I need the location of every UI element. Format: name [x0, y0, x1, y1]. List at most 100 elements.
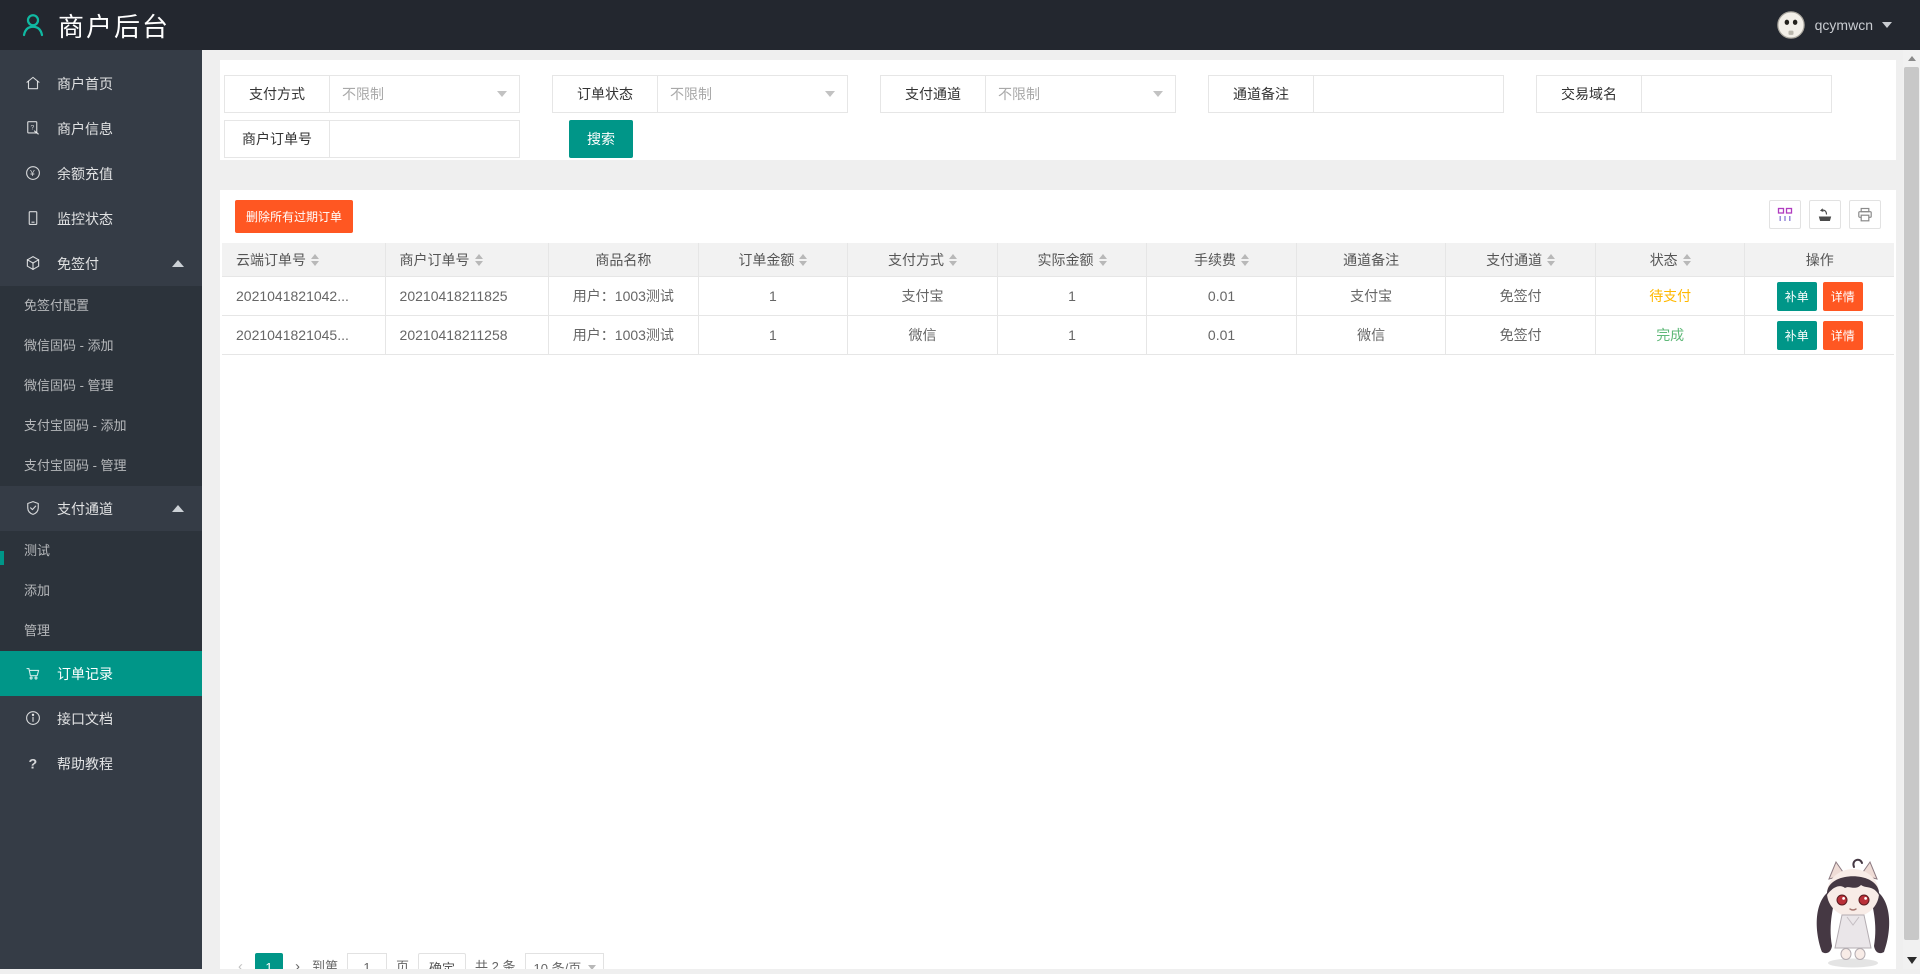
merchant-order-no-input[interactable]	[330, 121, 519, 157]
username: qcymwcn	[1815, 17, 1873, 33]
sort-icon[interactable]	[475, 254, 483, 266]
app-title: 商户后台	[58, 7, 170, 44]
sidebar-item-order-records[interactable]: 订单记录	[0, 651, 202, 696]
sidebar-subitem-channel-test[interactable]: 测试	[0, 531, 202, 571]
orders-table: 云端订单号 商户订单号 商品名称 订单金额 支付方式 实际金额 手续费 通道备注 支付通道 状态 操…	[222, 243, 1894, 355]
sidebar-item-api-docs[interactable]: 接口文档	[0, 696, 202, 741]
scroll-up-arrow-icon[interactable]	[1903, 50, 1920, 67]
sidebar-edge-marker	[0, 551, 4, 565]
channel-remark-input[interactable]	[1314, 76, 1503, 112]
jump-page-input[interactable]	[347, 953, 387, 969]
sort-icon[interactable]	[949, 254, 957, 266]
scroll-down-arrow-icon[interactable]	[1903, 952, 1920, 969]
trade-domain-label: 交易域名	[1537, 76, 1642, 112]
jump-label-before: 到第	[312, 953, 338, 969]
channel-remark-label: 通道备注	[1209, 76, 1314, 112]
sidebar-subitem-channel-manage[interactable]: 管理	[0, 611, 202, 651]
order-status-select[interactable]: 不限制	[658, 76, 847, 112]
column-header-label: 通道备注	[1343, 250, 1399, 270]
sidebar-subitem-alipay-qr-add[interactable]: 支付宝固码 - 添加	[0, 406, 202, 446]
chevron-down-icon	[497, 91, 507, 97]
sidebar-item-merchant-info[interactable]: ? 商户信息	[0, 106, 202, 151]
sidebar-item-monitor-status[interactable]: 监控状态	[0, 196, 202, 241]
table-tool-icons	[1769, 200, 1881, 229]
column-header-label: 操作	[1806, 250, 1834, 270]
sidebar-item-balance-recharge[interactable]: ¥余额充值	[0, 151, 202, 196]
sidebar-item-payment-channel[interactable]: 支付通道	[0, 486, 202, 531]
sidebar-subitem-nosign-config[interactable]: 免签付配置	[0, 286, 202, 326]
sidebar-submenu-no-sign-pay: 免签付配置微信固码 - 添加微信固码 - 管理支付宝固码 - 添加支付宝固码 -…	[0, 286, 202, 486]
column-header-label: 云端订单号	[236, 250, 306, 270]
column-header[interactable]: 订单金额	[699, 243, 849, 276]
sidebar-item-home[interactable]: 商户首页	[0, 61, 202, 106]
scrollbar-thumb[interactable]	[1904, 67, 1919, 940]
cart-icon	[24, 664, 44, 684]
sort-icon[interactable]	[1683, 254, 1691, 266]
user-avatar[interactable]	[1776, 10, 1806, 40]
anime-character-widget[interactable]	[1803, 855, 1903, 969]
table-cell: 1	[998, 277, 1148, 315]
sidebar-subitem-wechat-qr-manage[interactable]: 微信固码 - 管理	[0, 366, 202, 406]
sidebar-item-label: 免签付	[57, 254, 99, 274]
sort-icon[interactable]	[1099, 254, 1107, 266]
sidebar-item-no-sign-pay[interactable]: 免签付	[0, 241, 202, 286]
sort-icon[interactable]	[799, 254, 807, 266]
vertical-scrollbar[interactable]	[1903, 50, 1920, 969]
column-header[interactable]: 商户订单号	[386, 243, 550, 276]
detail-button[interactable]: 详情	[1823, 321, 1863, 350]
sidebar-subitem-wechat-qr-add[interactable]: 微信固码 - 添加	[0, 326, 202, 366]
search-button[interactable]: 搜索	[569, 120, 633, 158]
payment-method-select[interactable]: 不限制	[330, 76, 519, 112]
columns-filter-icon[interactable]	[1769, 200, 1801, 229]
table-cell: 免签付	[1446, 277, 1596, 315]
filter-channel-remark: 通道备注	[1208, 75, 1504, 113]
column-header-label: 状态	[1650, 250, 1678, 270]
table-cell: 用户：1003测试	[549, 277, 699, 315]
payment-channel-select[interactable]: 不限制	[986, 76, 1175, 112]
column-header[interactable]: 实际金额	[998, 243, 1148, 276]
column-header[interactable]: 支付方式	[848, 243, 998, 276]
print-icon[interactable]	[1849, 200, 1881, 229]
sidebar-item-help-tutorial[interactable]: ?帮助教程	[0, 741, 202, 786]
reissue-button[interactable]: 补单	[1777, 321, 1817, 350]
jump-label-after: 页	[396, 953, 409, 969]
table-cell: 支付宝	[848, 277, 998, 315]
pagination: ‹ 1 › 到第 页确定共 2 条 10 条/页	[235, 952, 604, 969]
next-page-arrow[interactable]: ›	[292, 953, 303, 969]
column-header[interactable]: 状态	[1596, 243, 1746, 276]
column-header[interactable]: 云端订单号	[222, 243, 386, 276]
sidebar-item-label: 订单记录	[57, 664, 113, 684]
sidebar-subitem-channel-add[interactable]: 添加	[0, 571, 202, 611]
sidebar-item-label: 商户信息	[57, 119, 113, 139]
payment-channel-label: 支付通道	[881, 76, 986, 112]
table-cell: 微信	[848, 316, 998, 354]
trade-domain-input[interactable]	[1642, 76, 1831, 112]
delete-expired-orders-button[interactable]: 删除所有过期订单	[235, 200, 353, 233]
user-menu[interactable]: qcymwcn	[1776, 10, 1892, 40]
table-cell: 0.01	[1147, 316, 1297, 354]
detail-button[interactable]: 详情	[1823, 282, 1863, 311]
column-header-label: 支付方式	[888, 250, 944, 270]
column-header[interactable]: 手续费	[1147, 243, 1297, 276]
total-count: 共 2 条	[475, 953, 515, 969]
sort-icon[interactable]	[1547, 254, 1555, 266]
column-header-label: 手续费	[1194, 250, 1236, 270]
column-header-label: 商品名称	[595, 250, 651, 270]
reissue-button[interactable]: 补单	[1777, 282, 1817, 311]
sort-icon[interactable]	[311, 254, 319, 266]
table-toolbar: 删除所有过期订单	[222, 200, 1894, 240]
column-header: 商品名称	[549, 243, 699, 276]
sidebar-subitem-alipay-qr-manage[interactable]: 支付宝固码 - 管理	[0, 446, 202, 486]
column-header-label: 订单金额	[738, 250, 794, 270]
page-size-select[interactable]: 10 条/页	[525, 953, 605, 969]
filter-card: 支付方式不限制订单状态不限制支付通道不限制通道备注交易域名 商户订单号 搜索	[220, 60, 1896, 160]
prev-page-arrow[interactable]: ‹	[235, 953, 246, 969]
page-number-current[interactable]: 1	[255, 953, 283, 969]
svg-text:?: ?	[30, 124, 34, 131]
sort-icon[interactable]	[1241, 254, 1249, 266]
doc-icon	[24, 709, 44, 729]
jump-confirm-button[interactable]: 确定	[418, 953, 466, 969]
column-header[interactable]: 支付通道	[1446, 243, 1596, 276]
table-cell: 支付宝	[1297, 277, 1447, 315]
export-icon[interactable]	[1809, 200, 1841, 229]
